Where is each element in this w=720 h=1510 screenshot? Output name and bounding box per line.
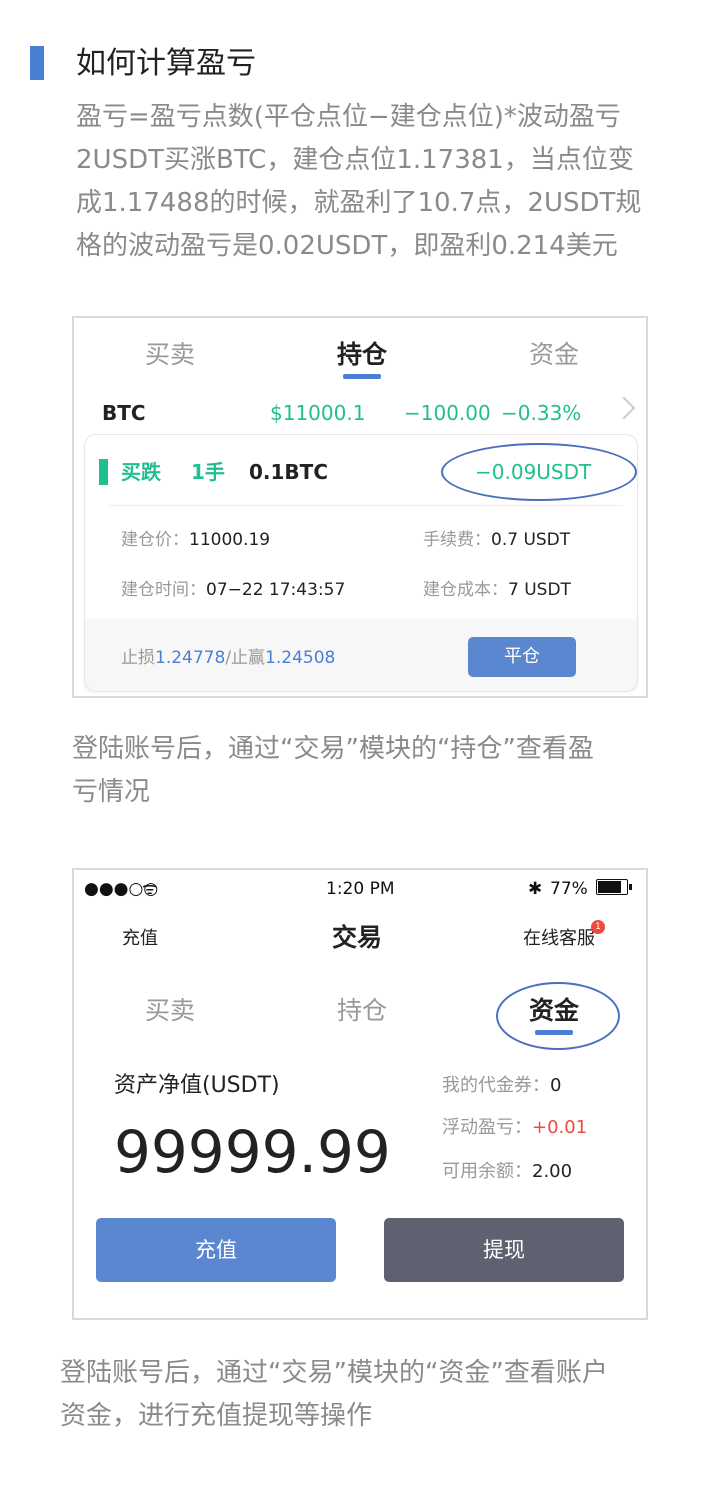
- open-time-label: 建仓时间：: [121, 580, 206, 600]
- nav-title: 交易: [332, 923, 383, 952]
- tab-funds[interactable]: 资金: [494, 338, 614, 372]
- deposit-button[interactable]: 充值: [96, 1218, 336, 1282]
- available-balance-row: 可用余额：2.00: [442, 1158, 572, 1186]
- take-profit-label: 止赢: [231, 648, 266, 668]
- notification-badge: 1: [591, 920, 605, 934]
- stop-loss-take-profit[interactable]: 止损1.24778/止赢1.24508: [121, 645, 335, 671]
- nav-customer-service[interactable]: 在线客服: [523, 926, 595, 952]
- description-line: 格的波动盈亏是0.02USDT，即盈利0.214美元: [76, 231, 618, 261]
- divider: [109, 505, 623, 506]
- battery-fill: [598, 881, 622, 893]
- section-description: 盈亏=盈亏点数(平仓点位−建仓点位)*波动盈亏 2USDT买涨BTC，建仓点位1…: [76, 96, 676, 268]
- available-balance-value: 2.00: [532, 1161, 573, 1182]
- battery-tip: [629, 884, 632, 890]
- float-pnl-row: 浮动盈亏：+0.01: [442, 1114, 587, 1142]
- stop-loss-label: 止损: [121, 648, 155, 668]
- net-assets-label: 资产净值(USDT): [114, 1073, 280, 1098]
- position-summary-row[interactable]: BTC $11000.1 −100.00 −0.33%: [74, 398, 646, 428]
- position-price: $11000.1: [270, 401, 366, 425]
- fee-label: 手续费：: [423, 530, 491, 550]
- order-amount: 0.1BTC: [249, 460, 328, 484]
- voucher-label: 我的代金券：: [442, 1075, 550, 1096]
- section-marker: [30, 46, 44, 80]
- caption-line: 登陆账号后，通过“交易”模块的“持仓”查看盈: [72, 734, 594, 764]
- withdraw-button[interactable]: 提现: [384, 1218, 624, 1282]
- caption-positions: 登陆账号后，通过“交易”模块的“持仓”查看盈 亏情况: [72, 728, 594, 814]
- caption-line: 亏情况: [72, 777, 151, 807]
- open-time-row: 建仓时间：07−22 17:43:57: [121, 577, 345, 603]
- tab-positions[interactable]: 持仓: [302, 994, 422, 1028]
- take-profit-value: 1.24508: [265, 648, 336, 668]
- bluetooth-icon: ✱: [528, 879, 543, 899]
- active-tab-indicator: [343, 374, 381, 379]
- tab-buy-sell[interactable]: 买卖: [110, 994, 230, 1028]
- voucher-value: 0: [550, 1075, 562, 1096]
- status-time: 1:20 PM: [326, 879, 395, 899]
- cost-label: 建仓成本：: [423, 580, 508, 600]
- battery-icon: [596, 879, 628, 895]
- stop-loss-value: 1.24778: [155, 648, 226, 668]
- order-card: 买跌 1手 0.1BTC −0.09USDT 建仓价：11000.19 手续费：…: [84, 434, 638, 692]
- open-price-label: 建仓价：: [121, 530, 189, 550]
- order-direction: 买跌: [121, 460, 161, 484]
- float-pnl-value: +0.01: [532, 1117, 588, 1138]
- caption-line: 登陆账号后，通过“交易”模块的“资金”查看账户: [60, 1358, 608, 1388]
- cost-row: 建仓成本：7 USDT: [423, 577, 571, 603]
- positions-screenshot: 买卖 持仓 资金 BTC $11000.1 −100.00 −0.33% 买跌 …: [72, 316, 648, 698]
- tab-positions[interactable]: 持仓: [302, 338, 422, 372]
- available-balance-label: 可用余额：: [442, 1161, 532, 1182]
- direction-marker: [99, 459, 108, 485]
- funds-screenshot: ●●●○○ ᯤ 1:20 PM ✱ 77% 充值 交易 在线客服 1 买卖 持仓…: [72, 868, 648, 1320]
- caption-line: 资金，进行充值提现等操作: [60, 1401, 373, 1431]
- caption-funds: 登陆账号后，通过“交易”模块的“资金”查看账户 资金，进行充值提现等操作: [60, 1352, 608, 1438]
- fee-row: 手续费：0.7 USDT: [423, 527, 570, 553]
- highlight-circle: [496, 982, 620, 1050]
- nav-deposit-link[interactable]: 充值: [122, 926, 158, 952]
- float-pnl-label: 浮动盈亏：: [442, 1117, 532, 1138]
- highlight-circle: [441, 443, 637, 501]
- position-change-pct: −0.33%: [501, 401, 582, 425]
- position-change: −100.00: [404, 401, 491, 425]
- cost-value: 7 USDT: [508, 580, 571, 600]
- order-lots: 1手: [191, 460, 225, 484]
- section-title: 如何计算盈亏: [76, 46, 256, 81]
- voucher-row: 我的代金券：0: [442, 1072, 561, 1100]
- open-time-value: 07−22 17:43:57: [206, 580, 346, 600]
- position-symbol: BTC: [102, 401, 146, 425]
- description-line: 成1.17488的时候，就盈利了10.7点，2USDT规: [76, 188, 642, 218]
- description-line: 盈亏=盈亏点数(平仓点位−建仓点位)*波动盈亏: [76, 102, 621, 132]
- open-price-row: 建仓价：11000.19: [121, 527, 270, 553]
- fee-value: 0.7 USDT: [491, 530, 571, 550]
- battery-percent: 77%: [550, 879, 588, 899]
- wifi-icon: ᯤ: [142, 879, 158, 899]
- open-price-value: 11000.19: [189, 530, 271, 550]
- tab-buy-sell[interactable]: 买卖: [110, 338, 230, 372]
- close-position-button[interactable]: 平仓: [468, 637, 576, 677]
- description-line: 2USDT买涨BTC，建仓点位1.17381，当点位变: [76, 145, 634, 175]
- net-assets-value: 99999.99: [114, 1118, 391, 1186]
